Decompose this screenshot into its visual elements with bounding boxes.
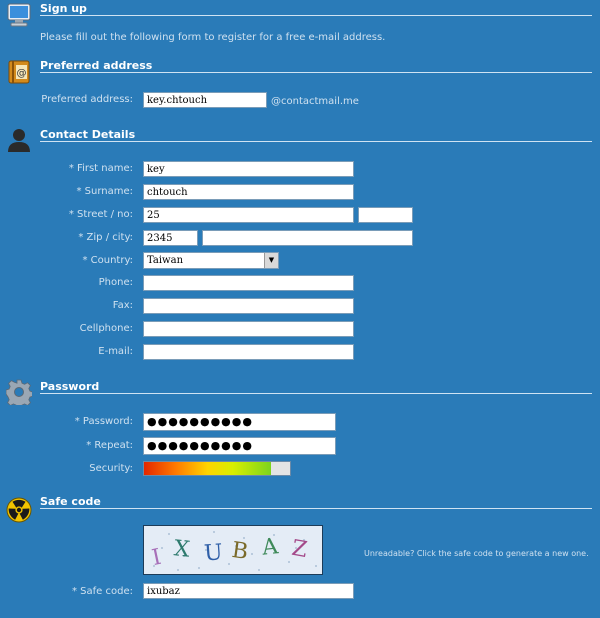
repeat-password-input[interactable]: ●●●●●●●●●●: [143, 437, 336, 455]
fax-input[interactable]: [143, 298, 354, 314]
radiation-icon: [6, 497, 32, 523]
preferred-address-input[interactable]: [143, 92, 267, 108]
password-input[interactable]: ●●●●●●●●●●: [143, 413, 336, 431]
security-meter: [143, 461, 291, 476]
country-label: * Country:: [82, 255, 133, 266]
preferred-address-label: Preferred address:: [41, 94, 133, 105]
street-input[interactable]: [143, 207, 354, 223]
preferred-divider: [40, 72, 592, 73]
email-input[interactable]: [143, 344, 354, 360]
street-number-input[interactable]: [358, 207, 413, 223]
city-input[interactable]: [202, 230, 413, 246]
surname-label: * Surname:: [76, 186, 133, 197]
password-title: Password: [40, 380, 100, 393]
signup-divider: [40, 15, 592, 16]
password-divider: [40, 393, 592, 394]
captcha-char: B: [230, 538, 249, 565]
phone-label: Phone:: [98, 277, 133, 288]
monitor-icon: [6, 2, 32, 28]
repeat-password-label: * Repeat:: [86, 440, 133, 451]
country-select[interactable]: Taiwan ▼: [143, 252, 279, 269]
street-label: * Street / no:: [68, 209, 133, 220]
gear-icon: [5, 379, 34, 409]
surname-input[interactable]: [143, 184, 354, 200]
first-name-input[interactable]: [143, 161, 354, 177]
email-label: E-mail:: [98, 346, 133, 357]
preferred-title: Preferred address: [40, 59, 153, 72]
cellphone-label: Cellphone:: [79, 323, 133, 334]
password-label: * Password:: [74, 416, 133, 427]
safecode-input[interactable]: [143, 583, 354, 599]
domain-suffix: @contactmail.me: [271, 96, 359, 107]
captcha-char: U: [203, 540, 223, 566]
captcha-char: X: [173, 536, 192, 563]
svg-text:@: @: [17, 68, 27, 79]
captcha-char: A: [260, 534, 281, 561]
zip-input[interactable]: [143, 230, 198, 246]
security-meter-fill: [144, 462, 272, 475]
cellphone-input[interactable]: [143, 321, 354, 337]
captcha-hint: Unreadable? Click the safe code to gener…: [364, 549, 589, 558]
safecode-divider: [40, 508, 592, 509]
contact-divider: [40, 141, 592, 142]
security-label: Security:: [89, 463, 133, 474]
safecode-label: * Safe code:: [72, 586, 133, 597]
country-select-value: Taiwan: [147, 255, 184, 266]
contact-title: Contact Details: [40, 128, 136, 141]
chevron-down-icon[interactable]: ▼: [264, 253, 278, 268]
safecode-title: Safe code: [40, 495, 101, 508]
fax-label: Fax:: [112, 300, 133, 311]
captcha-graphic: I X U B A Z: [150, 531, 317, 571]
zip-city-label: * Zip / city:: [78, 232, 133, 243]
captcha-image[interactable]: I X U B A Z: [143, 525, 323, 575]
address-book-icon: @: [6, 59, 32, 85]
phone-input[interactable]: [143, 275, 354, 291]
person-icon: [6, 126, 32, 152]
signup-intro: Please fill out the following form to re…: [40, 32, 386, 43]
signup-title: Sign up: [40, 2, 87, 15]
captcha-char: Z: [290, 536, 309, 563]
first-name-label: * First name:: [68, 163, 133, 174]
